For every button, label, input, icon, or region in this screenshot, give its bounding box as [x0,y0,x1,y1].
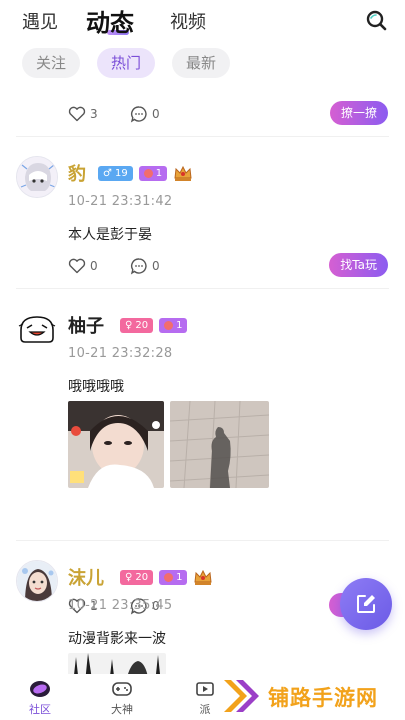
heart-icon [68,258,86,274]
photo-shadow-image [170,401,269,488]
level-badge: 1 [159,317,188,333]
crown-icon [174,165,192,181]
like-count: 0 [90,259,98,273]
username[interactable]: 柚子 [68,312,104,338]
post-actions: 3 0 撩一撩 [68,101,388,125]
gender-age-badge: ♀ 20 [120,569,154,585]
search-icon[interactable] [365,9,387,31]
gender-age-badge: ♂ 19 [98,165,133,181]
comment-icon [130,106,147,123]
user-badges: ♀ 20 1 [120,316,193,334]
avatar-image [18,316,56,343]
watermark-text: 铺路手游网 [268,686,378,710]
user-badges: ♂ 19 1 [98,164,193,182]
comment-button[interactable]: 0 [130,256,160,276]
nav-label: 大神 [111,703,133,716]
divider [16,540,389,541]
avatar[interactable] [16,308,58,350]
post-photo[interactable] [68,401,164,488]
post-text: 动漫背影来一波 [68,631,166,647]
feed-list[interactable]: 3 0 撩一撩 豹 ♂ 19 1 10-21 23:31:42 本人是彭于晏 0… [0,88,405,674]
top-tab-bar: 遇见 动态 视频 [0,0,405,42]
chevron-right-icon [224,680,259,712]
avatar-image [17,561,57,601]
nav-label: 社区 [29,703,51,716]
tab-video[interactable]: 视频 [170,8,206,34]
heart-icon [68,106,86,122]
gender-age-badge: ♀ 20 [120,317,154,333]
flirt-button[interactable]: 撩一撩 [329,101,388,125]
divider [16,288,389,289]
gamepad-icon [112,682,132,696]
photo-anime-image [68,653,166,674]
post-text: 本人是彭于晏 [68,227,152,243]
level-badge: 1 [138,165,168,181]
avatar[interactable] [16,560,58,602]
nav-master[interactable]: 大神 [97,678,147,717]
sub-tab-bar: 关注 热门 最新 [0,48,405,78]
photo-girl-image [68,401,164,488]
site-watermark: 铺路手游网 [218,672,405,720]
compose-post-button[interactable] [340,578,392,630]
like-button[interactable]: 3 [68,104,98,124]
comment-button[interactable]: 0 [130,104,160,124]
post-photo[interactable] [68,653,166,674]
tab-meet[interactable]: 遇见 [22,8,58,34]
avatar[interactable] [16,156,58,198]
nav-label: 派 [199,703,211,716]
subtab-latest[interactable]: 最新 [172,48,231,78]
post-time: 10-21 23:31:42 [68,194,173,209]
comment-count: 0 [152,107,160,121]
post-time: 10-21 23:35:45 [68,598,173,613]
party-icon [196,682,214,696]
post-photo[interactable] [170,401,269,488]
community-icon [30,681,50,697]
like-count: 3 [90,107,98,121]
edit-icon [357,595,375,613]
post-actions: 0 0 找Ta玩 [68,253,388,277]
subtab-hot[interactable]: 热门 [97,48,156,78]
username[interactable]: 豹 [68,160,86,186]
comment-icon [130,258,147,275]
crown-icon [194,569,212,585]
nav-community[interactable]: 社区 [15,678,65,717]
play-with-button[interactable]: 找Ta玩 [329,253,388,277]
divider [16,136,389,137]
user-badges: ♀ 20 1 [120,568,213,586]
post-text: 哦哦哦哦 [68,379,124,395]
username[interactable]: 沫儿 [68,564,104,590]
subtab-following[interactable]: 关注 [22,48,81,78]
level-badge: 1 [159,569,188,585]
comment-count: 0 [152,259,160,273]
like-button[interactable]: 0 [68,256,98,276]
tab-moments[interactable]: 动态 [86,3,134,38]
avatar-image [17,157,57,197]
post-time: 10-21 23:32:28 [68,346,173,361]
